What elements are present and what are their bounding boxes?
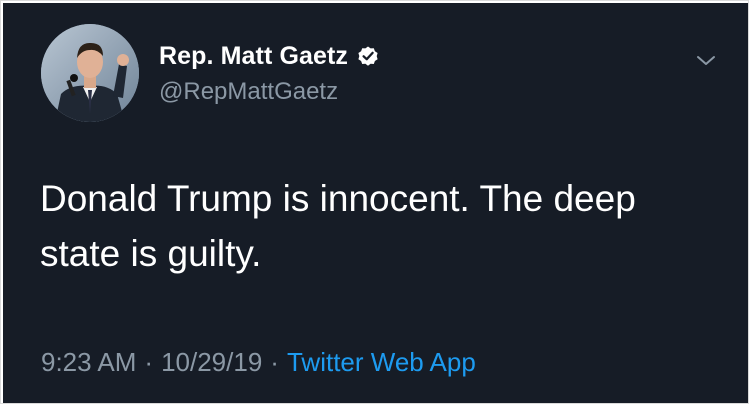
screenshot-frame: Rep. Matt Gaetz @RepMattGaetz Donald Tru… <box>0 0 749 404</box>
tweet-date[interactable]: 10/29/19 <box>161 347 262 378</box>
user-handle[interactable]: @RepMattGaetz <box>159 78 338 106</box>
author-name-row: Rep. Matt Gaetz <box>159 41 380 71</box>
separator: · <box>144 347 154 377</box>
display-name[interactable]: Rep. Matt Gaetz <box>159 42 348 71</box>
verified-badge-icon <box>356 44 380 68</box>
tweet-card: Rep. Matt Gaetz @RepMattGaetz Donald Tru… <box>3 3 748 403</box>
tweet-text: Donald Trump is innocent. The deep state… <box>40 178 636 274</box>
tweet-metadata: 9:23 AM · 10/29/19 · Twitter Web App <box>41 347 476 378</box>
separator: · <box>270 347 279 377</box>
tweet-time[interactable]: 9:23 AM <box>41 347 136 378</box>
chevron-down-icon[interactable] <box>695 49 717 71</box>
tweet-source-link[interactable]: Twitter Web App <box>287 347 476 378</box>
avatar[interactable] <box>41 24 139 122</box>
